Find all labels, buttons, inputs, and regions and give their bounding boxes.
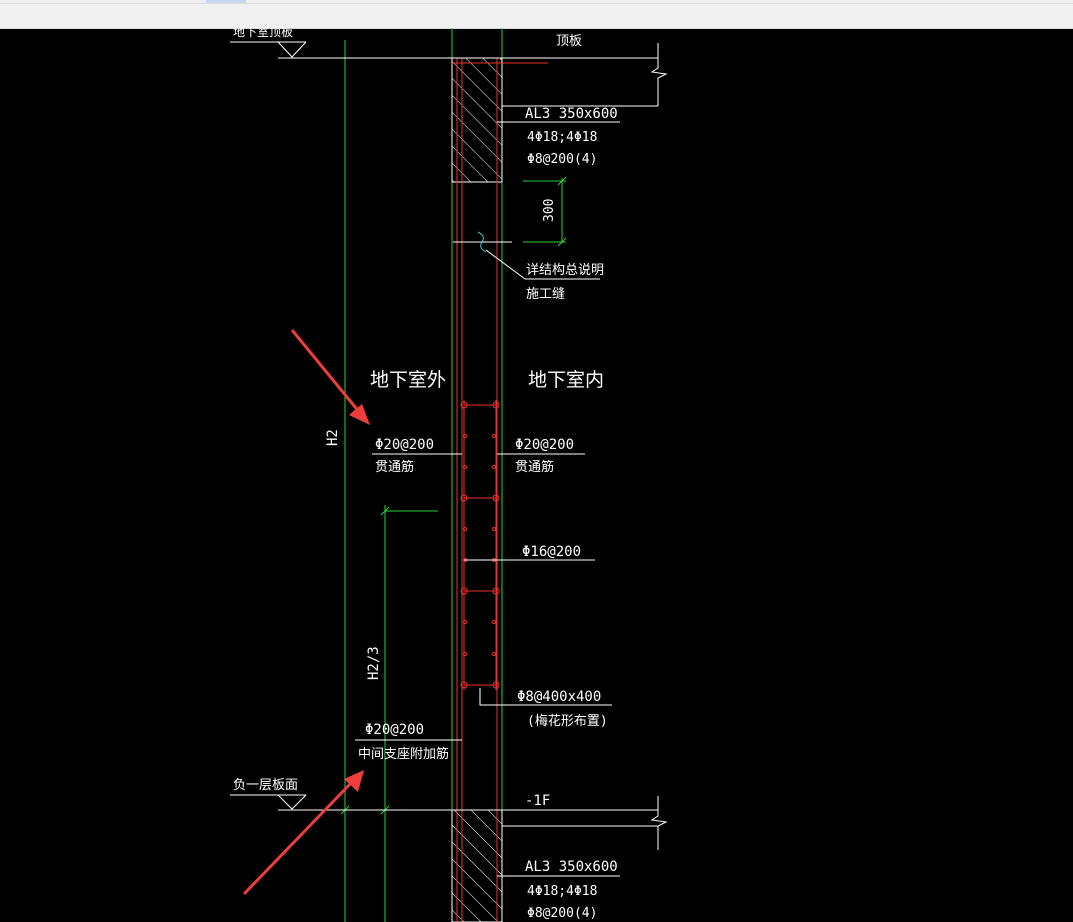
h2-3-label: H2/3 (366, 646, 382, 680)
application-toolbar (0, 0, 1073, 29)
h2-label: H2 (325, 429, 341, 446)
inner-rebar-spec: Φ20@200 (515, 437, 574, 453)
outer-rebar-note: 贯通筋 (375, 459, 414, 475)
tie-note-label: (梅花形布置) (527, 713, 608, 729)
joint-note-leader (485, 249, 526, 280)
support-spec-label: Φ20@200 (365, 722, 424, 738)
annotation-arrows (242, 329, 370, 896)
tie-bars-label: Φ8@400x400 (517, 689, 601, 705)
dim-300-label: 300 (542, 199, 557, 222)
floor-level-marker (277, 794, 307, 810)
inner-rebar-note: 贯通筋 (515, 459, 554, 475)
joint-note-line1: 详结构总说明 (526, 263, 604, 278)
beam-top-stirrups: Φ8@200(4) (527, 152, 597, 167)
vertical-bar-dots (463, 434, 496, 656)
top-slab-level-label: 地下室顶板 (233, 28, 293, 39)
beam-top-main-bars: 4Φ18;4Φ18 (527, 130, 597, 145)
horizontal-bars-label: Φ16@200 (522, 544, 581, 560)
toolbar-strip (0, 3, 1073, 4)
beam-bottom-main-bars: 4Φ18;4Φ18 (527, 884, 597, 899)
beam-bottom-stirrups: Φ8@200(4) (527, 906, 597, 921)
outside-label: 地下室外 (370, 369, 446, 391)
red-arrow-upper (290, 329, 370, 425)
joint-note-line2: 施工缝 (526, 287, 565, 302)
beam-bottom-name: AL3 350x600 (525, 859, 618, 875)
wall-reinforcement (460, 400, 500, 690)
top-level-marker (277, 41, 307, 58)
floor-break-symbol (650, 796, 668, 850)
beam-top-name: AL3 350x600 (525, 106, 618, 122)
beam-section-bottom (451, 809, 503, 922)
outer-rebar-spec: Φ20@200 (375, 437, 434, 453)
cad-drawing-canvas[interactable]: 地下室顶板 顶板 AL3 350x600 4Φ18;4Φ18 Φ8@200(4)… (0, 28, 1073, 922)
active-tab-indicator[interactable] (206, 0, 246, 3)
floor-tag-label: -1F (525, 793, 550, 809)
top-break-symbol (650, 43, 668, 106)
top-slab-label: 顶板 (556, 34, 582, 49)
floor-level-label: 负一层板面 (233, 778, 298, 793)
inside-label: 地下室内 (528, 369, 604, 391)
support-note-label: 中间支座附加筋 (358, 746, 449, 762)
horizontal-bars (460, 401, 500, 689)
beam-section-top (451, 57, 503, 183)
annotation-text: 地下室顶板 顶板 AL3 350x600 4Φ18;4Φ18 Φ8@200(4)… (233, 28, 618, 921)
